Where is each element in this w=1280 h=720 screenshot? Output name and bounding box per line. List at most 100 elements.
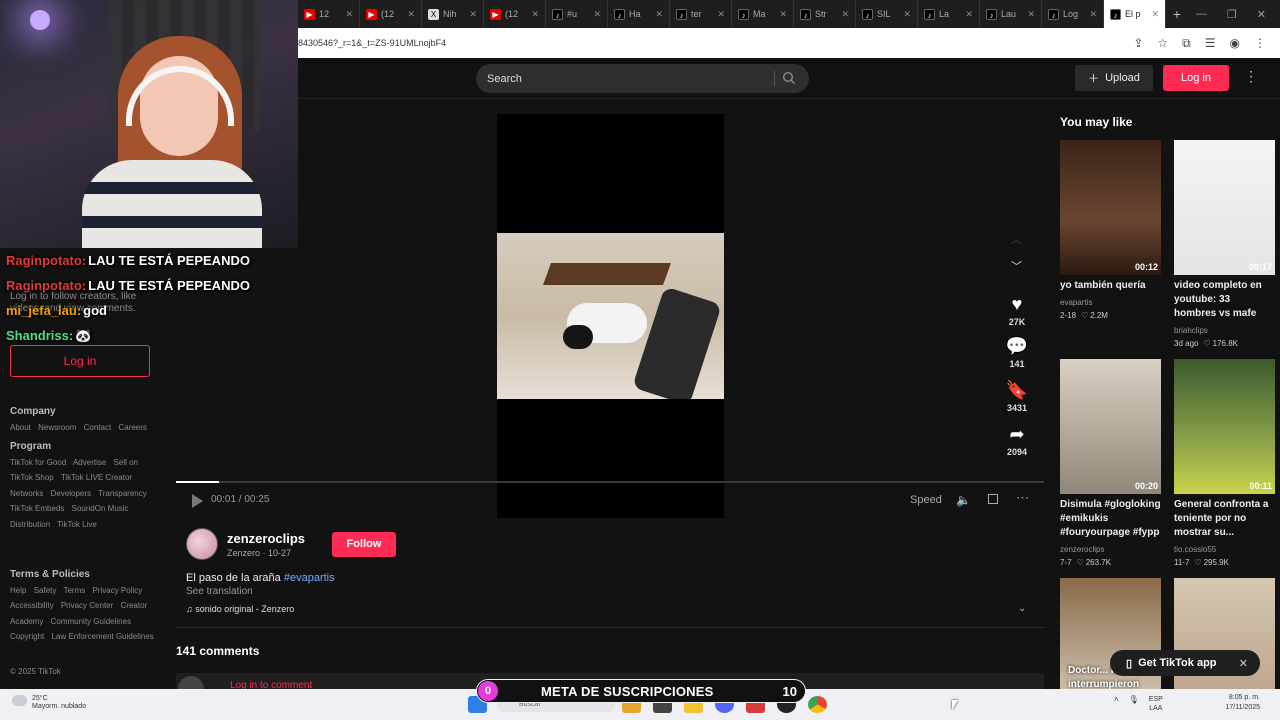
close-tab-icon[interactable]: ✕ — [531, 9, 539, 20]
close-tab-icon[interactable]: ✕ — [655, 9, 663, 20]
footer-link[interactable]: Community Guidelines — [51, 617, 131, 626]
close-tab-icon[interactable]: ✕ — [779, 9, 787, 20]
browser-tab[interactable]: ▶ (12 ✕ — [484, 0, 546, 28]
extensions-icon[interactable]: ⧉ — [1182, 36, 1191, 51]
video-frame[interactable] — [497, 233, 724, 399]
comment-button[interactable]: 💬 141 — [1000, 336, 1034, 369]
browser-menu-icon[interactable]: ⋮ — [1254, 36, 1266, 51]
browser-tab[interactable]: ♪ Ma ✕ — [732, 0, 794, 28]
author-avatar[interactable] — [186, 528, 218, 560]
recommended-card[interactable]: 00:12 yo también quería jajs evapartis 2-18… — [1060, 140, 1161, 320]
footer-link[interactable]: Accessibility — [10, 601, 54, 610]
next-video-icon[interactable]: ﹀ — [1011, 258, 1022, 274]
browser-tab[interactable]: ▶ (12 ✕ — [360, 0, 422, 28]
browser-tab[interactable]: ♪ #u ✕ — [546, 0, 608, 28]
recommended-card[interactable]: 00:11 General confronta a teniente por no… — [1174, 359, 1275, 567]
login-button[interactable]: Log in — [1163, 65, 1229, 91]
footer-link[interactable]: Safety — [34, 586, 57, 595]
profile-icon[interactable]: ◉ — [1230, 36, 1240, 51]
weather-widget[interactable]: 25°C Mayorm. nublado — [12, 695, 86, 711]
chevron-up-icon[interactable]: ˄ — [1114, 695, 1119, 713]
video-more-icon[interactable]: ⋯ — [1016, 490, 1029, 506]
hashtag-link[interactable]: #evapartis — [284, 572, 335, 584]
get-app-banner[interactable]: ▯ Get TikTok app ✕ — [1110, 650, 1260, 676]
author-username[interactable]: zenzeroclips — [227, 531, 305, 546]
close-tab-icon[interactable]: ✕ — [345, 9, 353, 20]
footer-link[interactable]: Help — [10, 586, 26, 595]
footer-link[interactable]: Careers — [118, 423, 146, 432]
reading-list-icon[interactable]: ☰ — [1205, 36, 1216, 51]
url-text[interactable]: 8430546?_r=1&_t=ZS-91UMLnojbF4 — [298, 38, 446, 48]
previous-video-icon[interactable]: ︿ — [1011, 231, 1022, 247]
close-tab-icon[interactable]: ✕ — [1089, 9, 1097, 20]
new-tab-button[interactable]: + — [1166, 6, 1188, 22]
video-thumbnail[interactable]: 00:17 — [1174, 140, 1275, 275]
search-bar[interactable]: Search — [476, 64, 809, 93]
install-app-icon[interactable]: ⇪ — [1133, 36, 1143, 51]
browser-tab[interactable]: ♪ ter ✕ — [670, 0, 732, 28]
microphone-icon[interactable]: 🎙 — [1129, 695, 1139, 713]
more-options-icon[interactable]: ⋮ — [1244, 68, 1258, 85]
browser-tab[interactable]: ♪ El p ✕ — [1104, 0, 1166, 28]
recommended-title[interactable]: yo también quería jajs — [1060, 279, 1161, 293]
see-translation-link[interactable]: See translation — [186, 586, 253, 597]
footer-link[interactable]: Developers — [51, 489, 91, 498]
footer-link[interactable]: TikTok for Good — [10, 458, 66, 467]
close-tab-icon[interactable]: ✕ — [903, 9, 911, 20]
browser-tab[interactable]: ♪ Log ✕ — [1042, 0, 1104, 28]
recommended-card[interactable]: 00:20 Disimula #glogloking #emikukis #fou… — [1060, 359, 1161, 567]
play-icon[interactable] — [192, 494, 203, 508]
close-window-icon[interactable]: ✕ — [1257, 8, 1266, 21]
like-button[interactable]: ♥ 27K — [1000, 294, 1034, 327]
footer-link[interactable]: Transparency — [98, 489, 147, 498]
browser-tab[interactable]: ♪ Ha ✕ — [608, 0, 670, 28]
fullscreen-icon[interactable] — [988, 494, 998, 504]
recommended-user[interactable]: briahclips — [1174, 326, 1275, 335]
close-icon[interactable]: ✕ — [1239, 657, 1248, 670]
address-bar[interactable]: 8430546?_r=1&_t=ZS-91UMLnojbF4 ⇪ ☆ ⧉ ☰ ◉… — [298, 28, 1280, 58]
close-tab-icon[interactable]: ✕ — [717, 9, 725, 20]
recommended-title[interactable]: General confronta a teniente por no most… — [1174, 498, 1275, 540]
footer-link[interactable]: About — [10, 423, 31, 432]
footer-link[interactable]: Copyright — [10, 632, 44, 641]
volume-icon[interactable]: 🔈 — [956, 493, 971, 507]
recommended-title[interactable]: video completo en youtube: 33 hombres vs… — [1174, 279, 1275, 321]
video-thumbnail[interactable]: 00:11 — [1174, 359, 1275, 494]
video-thumbnail[interactable]: 00:20 — [1060, 359, 1161, 494]
recommended-user[interactable]: tio.cossio55 — [1174, 545, 1275, 554]
footer-link[interactable]: Contact — [84, 423, 112, 432]
close-tab-icon[interactable]: ✕ — [469, 9, 477, 20]
browser-tab[interactable]: ♪ Str ✕ — [794, 0, 856, 28]
follow-button[interactable]: Follow — [332, 532, 396, 557]
chevron-down-icon[interactable]: ⌄ — [1018, 603, 1026, 614]
recommended-title[interactable]: Disimula #glogloking #emikukis #fouryour… — [1060, 498, 1161, 540]
browser-tab[interactable]: ♪ La ✕ — [918, 0, 980, 28]
footer-link[interactable]: Terms — [63, 586, 85, 595]
upload-button[interactable]: ＋ Upload — [1075, 65, 1153, 91]
search-icon[interactable] — [782, 71, 796, 85]
close-tab-icon[interactable]: ✕ — [407, 9, 415, 20]
browser-tab[interactable]: ♪ SIL ✕ — [856, 0, 918, 28]
speed-button[interactable]: Speed — [910, 494, 942, 506]
share-button[interactable]: ➦ 2094 — [1000, 424, 1034, 457]
footer-link[interactable]: TikTok Live — [57, 520, 97, 529]
bookmark-star-icon[interactable]: ☆ — [1157, 36, 1168, 51]
close-tab-icon[interactable]: ✕ — [1151, 9, 1159, 20]
footer-link[interactable]: Law Enforcement Guidelines — [51, 632, 153, 641]
footer-link[interactable]: Advertise — [73, 458, 106, 467]
search-input[interactable]: Search — [487, 73, 522, 85]
browser-tab[interactable]: ♪ Lau ✕ — [980, 0, 1042, 28]
footer-link[interactable]: Privacy Center — [61, 601, 113, 610]
clock[interactable]: 8:05 p. m. 17/11/2025 — [1204, 693, 1260, 713]
sound-link[interactable]: ♫ sonido original - Zenzero — [186, 604, 294, 614]
recommended-user[interactable]: evapartis — [1060, 298, 1161, 307]
video-thumbnail[interactable]: 00:12 — [1060, 140, 1161, 275]
browser-tab[interactable]: X Nih ✕ — [422, 0, 484, 28]
sidebar-login-button[interactable]: Log in — [10, 345, 150, 377]
footer-link[interactable]: TikTok Embeds — [10, 504, 64, 513]
recommended-card[interactable]: 00:17 video completo en youtube: 33 hombr… — [1174, 140, 1275, 348]
video-progress-bar[interactable] — [176, 481, 1044, 483]
chrome-icon[interactable] — [808, 696, 827, 713]
restore-icon[interactable]: ❐ — [1227, 8, 1237, 21]
footer-link[interactable]: Newsroom — [38, 423, 76, 432]
